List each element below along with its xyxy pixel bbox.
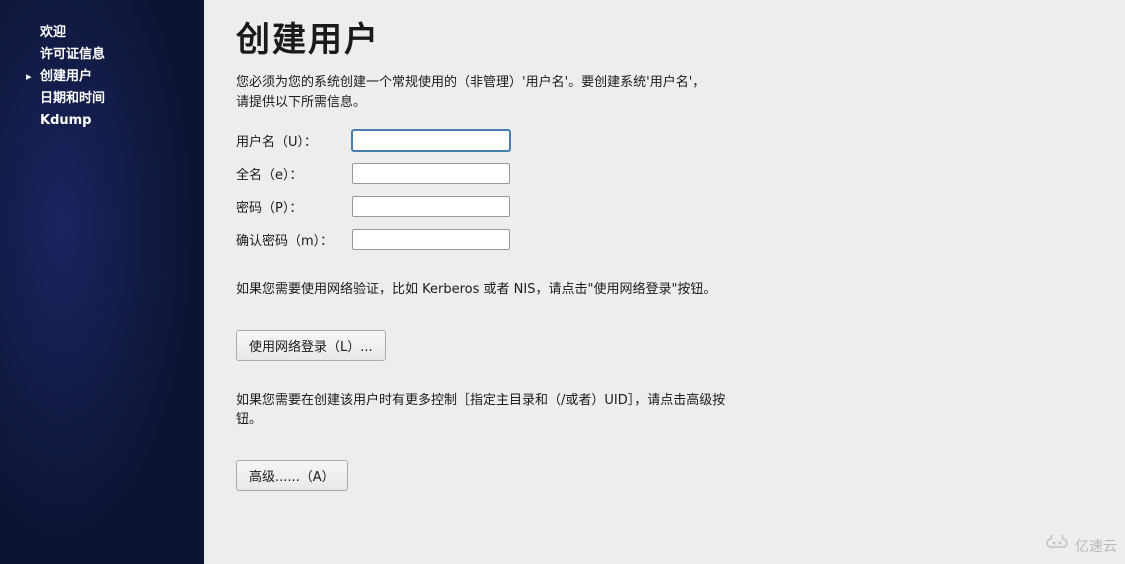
- sidebar-item-label: 日期和时间: [40, 91, 105, 106]
- sidebar-item-welcome[interactable]: 欢迎: [0, 22, 204, 44]
- advanced-info: 如果您需要在创建该用户时有更多控制［指定主目录和（/或者）UID］，请点击高级按…: [236, 391, 736, 430]
- sidebar-item-kdump[interactable]: Kdump: [0, 110, 204, 132]
- password-label: 密码（P）：: [236, 197, 352, 216]
- form-row-fullname: 全名（e）：: [236, 163, 1093, 184]
- network-login-info: 如果您需要使用网络验证，比如 Kerberos 或者 NIS，请点击"使用网络登…: [236, 280, 736, 300]
- sidebar-item-datetime[interactable]: 日期和时间: [0, 88, 204, 110]
- password-input[interactable]: [352, 196, 510, 217]
- sidebar-item-create-user[interactable]: 创建用户: [0, 66, 204, 88]
- confirm-password-input[interactable]: [352, 229, 510, 250]
- username-input[interactable]: [352, 130, 510, 151]
- network-login-button[interactable]: 使用网络登录（L）...: [236, 330, 386, 361]
- form-row-password: 密码（P）：: [236, 196, 1093, 217]
- form-row-confirm: 确认密码（m）：: [236, 229, 1093, 250]
- sidebar-item-label: 创建用户: [40, 69, 92, 84]
- sidebar: 欢迎 许可证信息 创建用户 日期和时间 Kdump: [0, 0, 204, 564]
- sidebar-item-label: 欢迎: [40, 25, 66, 40]
- main-content: 创建用户 您必须为您的系统创建一个常规使用的（非管理）'用户名'。要创建系统'用…: [204, 0, 1125, 564]
- fullname-label: 全名（e）：: [236, 164, 352, 183]
- page-description: 您必须为您的系统创建一个常规使用的（非管理）'用户名'。要创建系统'用户名'，请…: [236, 73, 706, 112]
- sidebar-item-license[interactable]: 许可证信息: [0, 44, 204, 66]
- page-title: 创建用户: [236, 12, 1093, 61]
- advanced-button[interactable]: 高级......（A）: [236, 460, 348, 491]
- fullname-input[interactable]: [352, 163, 510, 184]
- form-row-username: 用户名（U）：: [236, 130, 1093, 151]
- sidebar-item-label: 许可证信息: [40, 47, 105, 62]
- sidebar-item-label: Kdump: [40, 113, 92, 128]
- confirm-password-label: 确认密码（m）：: [236, 230, 352, 249]
- username-label: 用户名（U）：: [236, 131, 352, 150]
